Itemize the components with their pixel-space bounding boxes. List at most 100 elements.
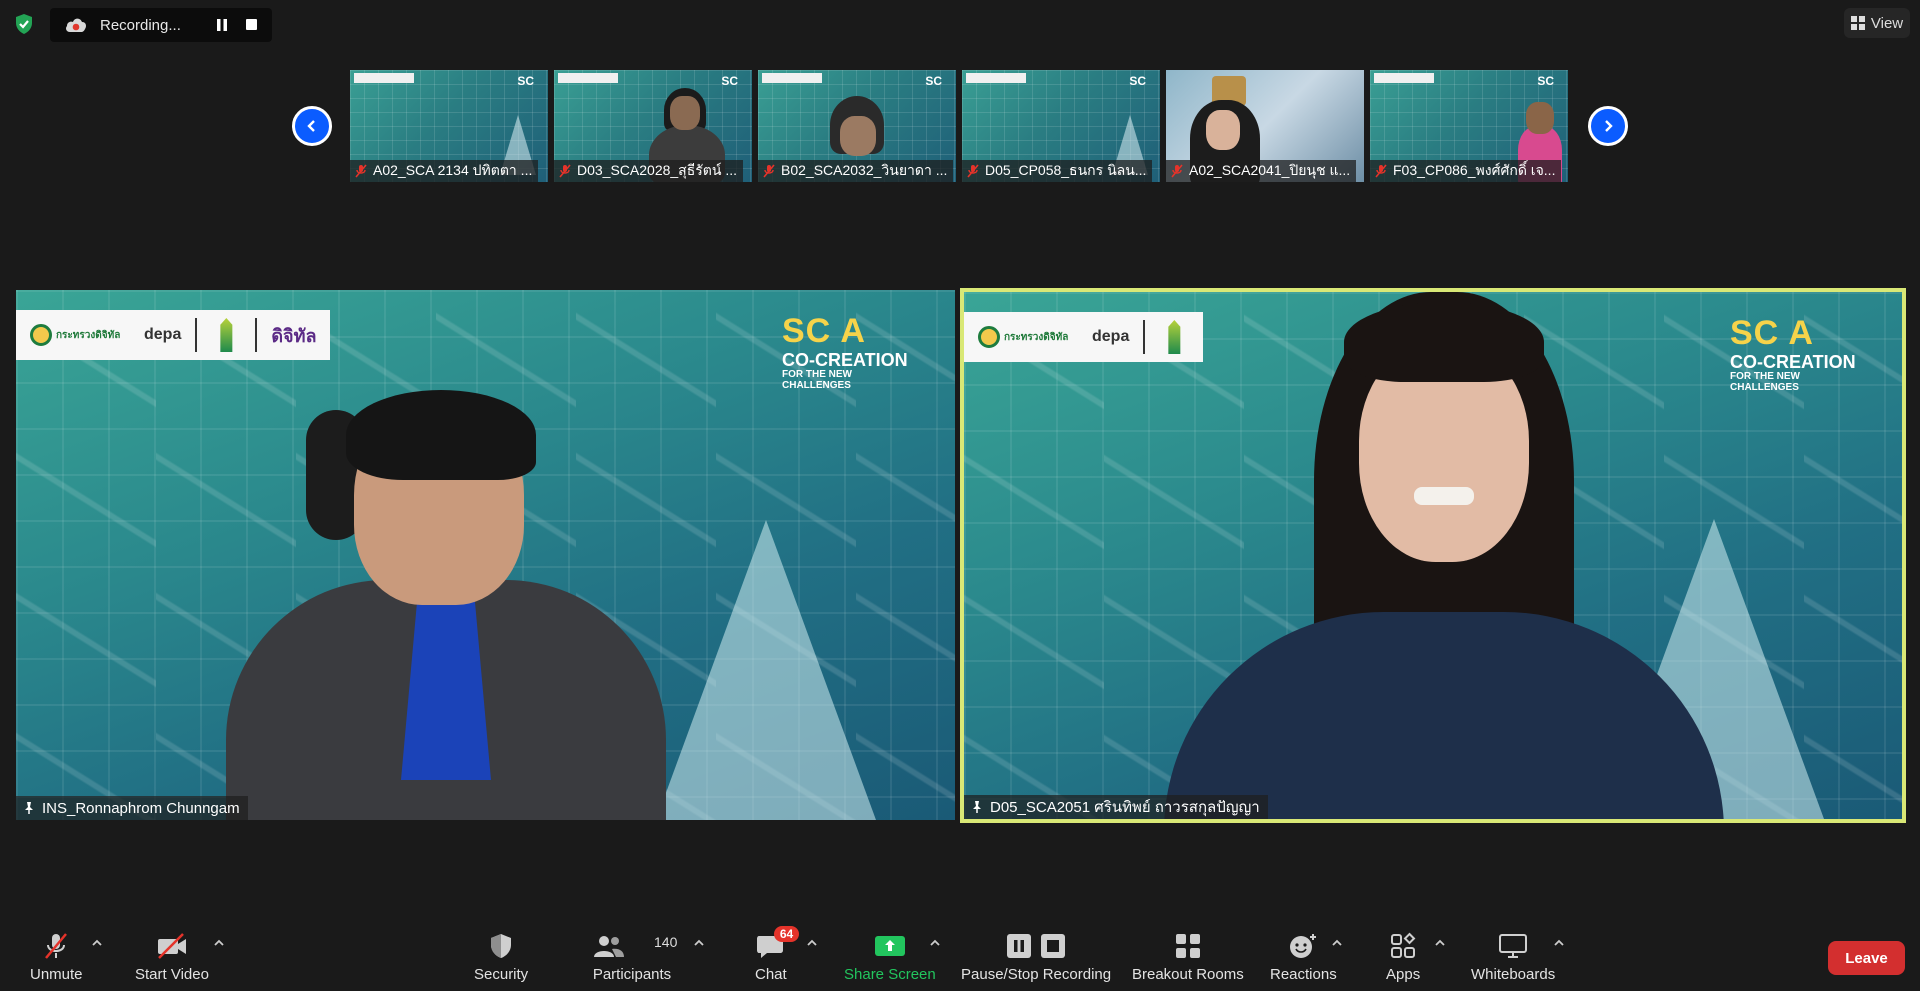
digital-logo: ดิจิทัล: [271, 325, 317, 346]
pause-recording-icon[interactable]: [216, 19, 228, 31]
whiteboard-icon: [1499, 934, 1528, 958]
sca-logo-a: A: [840, 312, 866, 350]
muted-mic-icon: [763, 164, 775, 178]
chat-unread-badge: 64: [773, 926, 800, 942]
thumbnail-name: B02_SCA2032_วินยาดา ...: [781, 162, 948, 178]
participant-thumbnail[interactable]: SC F03_CP086_พงศ์ศักดิ์ เจ...: [1370, 70, 1568, 182]
main-video-left[interactable]: กระทรวงดิจิทัล depa ดิจิทัล SC A CO-CREA…: [16, 290, 955, 820]
zoom-meeting-window: Recording... View SC A02_SCA 2134 ปทิตตา…: [0, 0, 1920, 991]
ministry-logo-text: กระทรวงดิจิทัล: [1004, 331, 1069, 343]
chevron-left-icon: [307, 120, 315, 132]
chat-button[interactable]: 64 Chat: [755, 926, 800, 983]
participant-thumbnail[interactable]: A02_SCA2041_ปิยนุช แ...: [1166, 70, 1364, 182]
start-video-button[interactable]: Start Video: [135, 930, 209, 983]
video-off-icon: [157, 933, 186, 959]
pause-stop-icon: [1007, 934, 1066, 958]
pause-stop-label: Pause/Stop Recording: [961, 966, 1112, 983]
thumbnail-name: A02_SCA2041_ปิยนุช แ...: [1189, 162, 1351, 178]
ministry-seal-icon: [978, 326, 1000, 348]
stop-recording-icon[interactable]: [246, 19, 257, 30]
participant-thumbnail[interactable]: SC D05_CP058_ธนกร นิลน...: [962, 70, 1160, 182]
breakout-rooms-icon: [1175, 934, 1200, 958]
pause-stop-recording-button[interactable]: Pause/Stop Recording: [961, 930, 1111, 983]
sca-logo-subtitle: FOR THE NEW CHALLENGES: [1730, 371, 1800, 393]
sca-logo-sc: SC: [782, 312, 832, 350]
reactions-label: Reactions: [1270, 966, 1337, 983]
apps-label: Apps: [1386, 966, 1421, 983]
unmute-label: Unmute: [30, 966, 83, 983]
participant-name-tag: INS_Ronnaphrom Chunngam: [16, 796, 248, 820]
thumbnail-name: A02_SCA 2134 ปทิตตา ...: [373, 162, 533, 178]
sca-logo-title: CO-CREATION: [1730, 352, 1856, 372]
video-options-caret-icon[interactable]: [213, 938, 225, 948]
sca-logo-sc: SC: [1730, 314, 1780, 352]
shield-check-icon[interactable]: [12, 12, 36, 36]
recording-indicator: Recording...: [50, 8, 272, 42]
ministry-seal-icon: [30, 324, 52, 346]
whiteboards-button[interactable]: Whiteboards: [1471, 930, 1555, 983]
recording-label: Recording...: [100, 16, 181, 34]
participant-video-person: [1164, 292, 1724, 819]
muted-mic-icon: [559, 164, 571, 178]
depa-logo: depa: [1092, 328, 1130, 345]
sca-logo: SC A CO-CREATION FOR THE NEW CHALLENGES: [782, 312, 912, 391]
pin-icon: [973, 801, 981, 813]
participants-icon: [594, 936, 624, 957]
main-video-active-speaker[interactable]: กระทรวงดิจิทัล depa SC A CO-CREATION FOR…: [960, 288, 1906, 823]
reactions-options-caret-icon[interactable]: [1331, 938, 1343, 948]
thumbnail-name-bar: F03_CP086_พงศ์ศักดิ์ เจ...: [1370, 160, 1562, 182]
security-label: Security: [474, 966, 529, 983]
sca-logo-subtitle: FOR THE NEW CHALLENGES: [782, 369, 852, 391]
start-video-label: Start Video: [135, 966, 209, 983]
view-button[interactable]: View: [1844, 8, 1910, 38]
thumbnail-name-bar: A02_SCA 2134 ปทิตตา ...: [350, 160, 539, 182]
grid-view-icon: [1850, 16, 1865, 30]
previous-page-button[interactable]: [292, 106, 332, 146]
thumbnail-name: D05_CP058_ธนกร นิลน...: [985, 162, 1147, 178]
participants-count: 140: [654, 934, 678, 950]
participant-video-person: [186, 350, 706, 820]
participant-name-tag: D05_SCA2051 ศรินทิพย์ ถาวรสกุลปัญญา: [964, 795, 1268, 819]
apps-button[interactable]: Apps: [1386, 930, 1420, 983]
security-button[interactable]: Security: [474, 930, 528, 983]
security-shield-icon: [491, 934, 512, 958]
apps-icon: [1391, 932, 1416, 958]
share-options-caret-icon[interactable]: [929, 938, 941, 948]
thumbnail-name-bar: B02_SCA2032_วินยาดา ...: [758, 160, 954, 182]
reactions-button[interactable]: Reactions: [1270, 930, 1337, 983]
pin-icon: [25, 802, 33, 814]
chevron-right-icon: [1605, 120, 1613, 132]
share-screen-button[interactable]: Share Screen: [844, 930, 936, 983]
apps-options-caret-icon[interactable]: [1434, 938, 1446, 948]
cloud-recording-icon: [66, 18, 86, 32]
leave-button[interactable]: Leave: [1828, 941, 1905, 975]
thumbnail-name-bar: D05_CP058_ธนกร นิลน...: [962, 160, 1153, 182]
thumbnail-name: F03_CP086_พงศ์ศักดิ์ เจ...: [1393, 162, 1556, 178]
thumbnail-name-bar: D03_SCA2028_สุธีรัตน์ ...: [554, 160, 744, 182]
participant-thumbnail[interactable]: SC D03_SCA2028_สุธีรัตน์ ...: [554, 70, 752, 182]
breakout-rooms-label: Breakout Rooms: [1132, 966, 1244, 983]
next-page-button[interactable]: [1588, 106, 1628, 146]
smart-city-logo: [220, 318, 233, 352]
participant-thumbnail[interactable]: SC A02_SCA 2134 ปทิตตา ...: [350, 70, 548, 182]
whiteboards-options-caret-icon[interactable]: [1553, 938, 1565, 948]
muted-mic-icon: [1171, 164, 1183, 178]
participants-options-caret-icon[interactable]: [693, 938, 705, 948]
whiteboards-label: Whiteboards: [1471, 966, 1556, 983]
unmute-button[interactable]: Unmute: [30, 930, 83, 983]
muted-mic-icon: [355, 164, 367, 178]
participant-thumbnail[interactable]: SC B02_SCA2032_วินยาดา ...: [758, 70, 956, 182]
depa-logo: depa: [144, 326, 182, 343]
sca-logo-a: A: [1788, 314, 1814, 352]
thumbnail-name-bar: A02_SCA2041_ปิยนุช แ...: [1166, 160, 1357, 182]
thumbnail-name: D03_SCA2028_สุธีรัตน์ ...: [577, 162, 738, 178]
participant-name: D05_SCA2051 ศรินทิพย์ ถาวรสกุลปัญญา: [990, 799, 1260, 816]
breakout-rooms-button[interactable]: Breakout Rooms: [1132, 930, 1244, 983]
sca-logo-title: CO-CREATION: [782, 350, 908, 370]
chat-options-caret-icon[interactable]: [806, 938, 818, 948]
participant-name: INS_Ronnaphrom Chunngam: [42, 799, 240, 817]
audio-options-caret-icon[interactable]: [91, 938, 103, 948]
participants-button[interactable]: 140 Participants: [592, 930, 678, 983]
muted-mic-icon: [45, 933, 68, 959]
meeting-toolbar: [0, 920, 1920, 991]
